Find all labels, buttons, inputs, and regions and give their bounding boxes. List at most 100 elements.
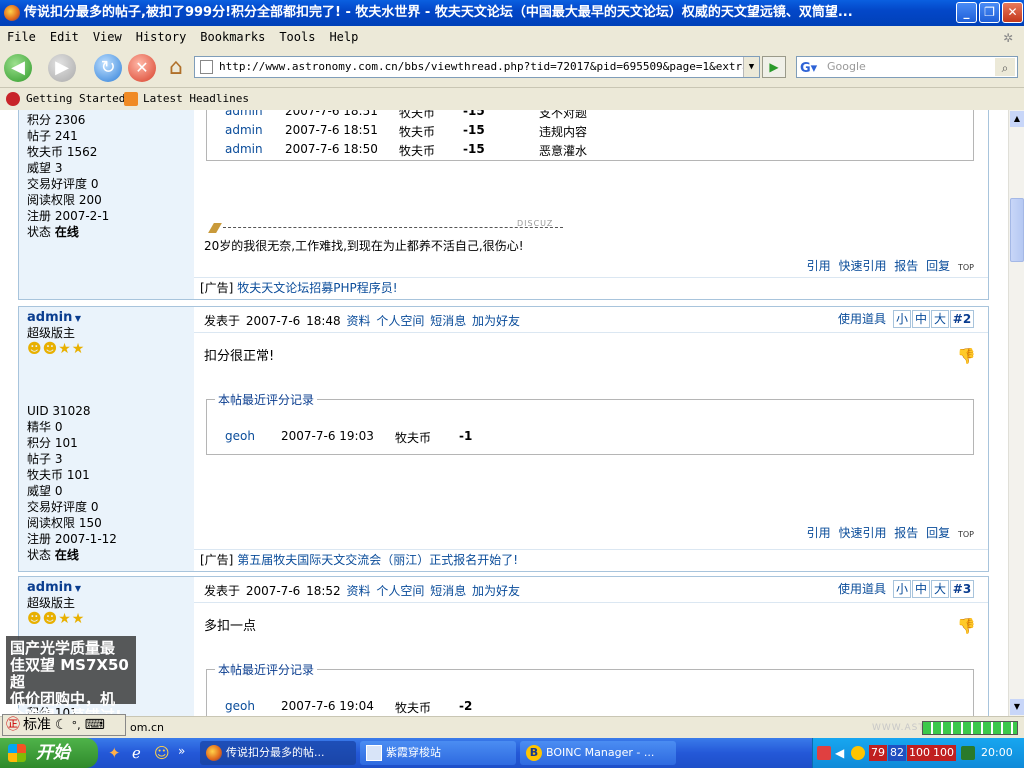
rating-user[interactable]: admin (225, 142, 263, 156)
messenger-icon[interactable]: ☺ (154, 744, 170, 762)
rating-table: 本帖最近评分记录 geoh 2007-7-6 19:04 牧夫币 -2 (206, 661, 974, 716)
profile-stat: 积分 2306 (27, 113, 86, 127)
post-1: 积分 2306 帖子 241 牧夫币 1562 威望 3 交易好评度 0 阅读权… (18, 110, 989, 300)
bookmark-getting-started[interactable]: Getting Started (26, 88, 125, 110)
start-button[interactable]: 开始 (0, 738, 98, 768)
rating-user[interactable]: geoh (225, 699, 255, 713)
quote-link[interactable]: 引用 (807, 259, 831, 273)
minimize-button[interactable]: _ (956, 2, 977, 23)
tray-counter[interactable]: 82 (888, 745, 906, 761)
maximize-button[interactable]: ❐ (979, 2, 1000, 23)
boinc-tray-icon[interactable] (851, 746, 865, 760)
ad-link[interactable]: 牧夫天文论坛招募PHP程序员! (237, 281, 397, 295)
page-content: 积分 2306 帖子 241 牧夫币 1562 威望 3 交易好评度 0 阅读权… (0, 110, 1008, 716)
url-dropdown-icon[interactable]: ▼ (743, 57, 759, 77)
rating-user[interactable]: admin (225, 123, 263, 137)
task-firefox[interactable]: 传说扣分最多的帖... (200, 741, 356, 765)
use-tools-link[interactable]: 使用道具 (838, 312, 886, 326)
tray-arrow-icon[interactable]: ◀ (835, 738, 844, 768)
quick-quote-link[interactable]: 快速引用 (838, 526, 886, 540)
back-icon[interactable]: ◀ (4, 54, 32, 82)
rating-reason: 支不对题 (539, 110, 588, 120)
home-icon[interactable]: ⌂ (162, 54, 190, 82)
menu-tools[interactable]: Tools (272, 26, 322, 48)
add-friend-link[interactable]: 加为好友 (472, 314, 520, 328)
tray-counter[interactable]: 100 (931, 745, 956, 761)
scroll-down-icon[interactable]: ▼ (1010, 699, 1024, 715)
menu-help[interactable]: Help (322, 26, 365, 48)
message-link[interactable]: 短消息 (430, 314, 466, 328)
tray-counter[interactable]: 100 (907, 745, 932, 761)
font-small-button[interactable]: 小 (893, 310, 911, 328)
font-small-button[interactable]: 小 (893, 580, 911, 598)
tray-counter[interactable]: 79 (869, 745, 887, 761)
quicklaunch-icon[interactable]: ✦ (108, 744, 121, 762)
clock[interactable]: 20:00 (981, 738, 1013, 768)
floating-ad-line: 低价团购中，机 (10, 690, 116, 708)
rating-unit: 牧夫币 (399, 110, 436, 120)
report-link[interactable]: 报告 (894, 526, 918, 540)
expand-icon[interactable]: » (178, 744, 185, 758)
quick-quote-link[interactable]: 快速引用 (838, 259, 886, 273)
top-link[interactable]: TOP (958, 263, 974, 272)
search-input[interactable]: G▾ Google ⌕ (796, 56, 1018, 78)
window-title-bar[interactable]: 传说扣分最多的帖子,被扣了999分!积分全部都扣完了! - 牧夫水世界 - 牧夫… (0, 0, 1024, 26)
message-link[interactable]: 短消息 (430, 584, 466, 598)
thumbs-down-icon[interactable]: 👎 (957, 347, 976, 365)
menu-edit[interactable]: Edit (43, 26, 86, 48)
profile-status: 状态 在线 (27, 548, 79, 562)
status-online: 在线 (54, 225, 79, 239)
font-medium-button[interactable]: 中 (912, 310, 930, 328)
punct-icon[interactable]: °, (72, 719, 81, 732)
network-icon[interactable] (961, 746, 975, 760)
use-tools-link[interactable]: 使用道具 (838, 582, 886, 596)
search-icon[interactable]: ⌕ (995, 58, 1015, 76)
space-link[interactable]: 个人空间 (376, 584, 424, 598)
profile-link[interactable]: 资料 (347, 584, 371, 598)
scroll-thumb[interactable] (1010, 198, 1024, 262)
reload-icon[interactable]: ↻ (94, 54, 122, 82)
forward-icon[interactable]: ▶ (48, 54, 76, 82)
bookmark-latest-headlines[interactable]: Latest Headlines (143, 88, 249, 110)
reply-link[interactable]: 回复 (926, 526, 950, 540)
font-large-button[interactable]: 大 (931, 580, 949, 598)
go-button[interactable]: ▶ (762, 56, 786, 78)
pencil-icon (208, 223, 222, 233)
tray-icon[interactable] (817, 746, 831, 760)
post-body: 多扣一点 (204, 619, 257, 634)
rating-score: -1 (459, 429, 473, 443)
ad-link[interactable]: 第五届牧夫国际天文交流会（丽江）正式报名开始了! (237, 553, 518, 567)
keyboard-icon[interactable]: ⌨ (85, 717, 105, 733)
scroll-up-icon[interactable]: ▲ (1010, 111, 1024, 127)
font-large-button[interactable]: 大 (931, 310, 949, 328)
menu-history[interactable]: History (129, 26, 194, 48)
thumbs-down-icon[interactable]: 👎 (957, 617, 976, 635)
url-bar[interactable]: http://www.astronomy.com.cn/bbs/viewthre… (194, 56, 760, 78)
ime-mode[interactable]: 标准 (23, 717, 51, 733)
menu-bookmarks[interactable]: Bookmarks (193, 26, 272, 48)
stop-icon[interactable]: ✕ (128, 54, 156, 82)
quote-link[interactable]: 引用 (807, 526, 831, 540)
close-button[interactable]: ✕ (1002, 2, 1023, 23)
add-friend-link[interactable]: 加为好友 (472, 584, 520, 598)
floating-ad[interactable]: 国产光学质量最 佳双望 MS7X50 超 低价团购中，机 会难得，莫错过! (6, 636, 136, 725)
floor-number[interactable]: #3 (950, 580, 974, 598)
ie-icon[interactable]: ℯ (132, 744, 141, 762)
space-link[interactable]: 个人空间 (376, 314, 424, 328)
ime-toolbar[interactable]: ㊣标准 ☾ °, ⌨ (2, 714, 126, 736)
rating-user[interactable]: admin (225, 110, 263, 118)
font-medium-button[interactable]: 中 (912, 580, 930, 598)
menu-view[interactable]: View (86, 26, 129, 48)
menu-file[interactable]: File (0, 26, 43, 48)
top-link[interactable]: TOP (958, 530, 974, 539)
reply-link[interactable]: 回复 (926, 259, 950, 273)
vertical-scrollbar[interactable]: ▲ ▼ (1008, 110, 1024, 716)
moon-icon[interactable]: ☾ (55, 717, 68, 733)
profile-link[interactable]: 资料 (347, 314, 371, 328)
rating-user[interactable]: geoh (225, 429, 255, 443)
task-boinc[interactable]: B BOINC Manager - ... (520, 741, 676, 765)
floor-number[interactable]: #2 (950, 310, 974, 328)
profile-stat: 威望 0 (27, 484, 63, 498)
report-link[interactable]: 报告 (894, 259, 918, 273)
task-zixia[interactable]: 紫霞穿梭站 (360, 741, 516, 765)
